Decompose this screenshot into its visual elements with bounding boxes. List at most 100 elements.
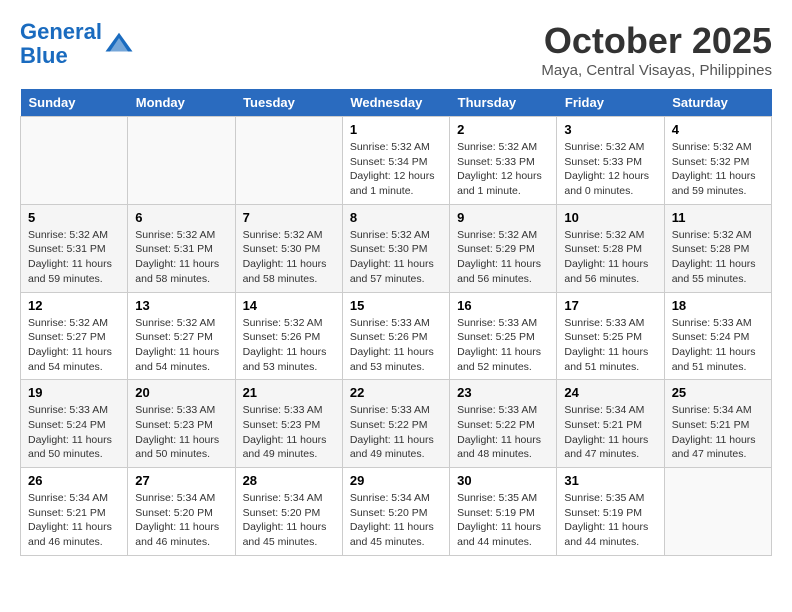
day-info: Sunrise: 5:32 AM Sunset: 5:30 PM Dayligh… (350, 228, 442, 287)
weekday-header-thursday: Thursday (450, 89, 557, 117)
calendar-cell (128, 117, 235, 205)
calendar-cell: 1Sunrise: 5:32 AM Sunset: 5:34 PM Daylig… (342, 117, 449, 205)
day-info: Sunrise: 5:32 AM Sunset: 5:31 PM Dayligh… (28, 228, 120, 287)
day-number: 11 (672, 210, 764, 225)
calendar-cell: 16Sunrise: 5:33 AM Sunset: 5:25 PM Dayli… (450, 292, 557, 380)
calendar-cell: 28 Sunrise: 5:34 AM Sunset: 5:20 PM Dayli… (235, 468, 342, 556)
calendar-cell: 7Sunrise: 5:32 AM Sunset: 5:30 PM Daylig… (235, 204, 342, 292)
calendar-week-row: 1Sunrise: 5:32 AM Sunset: 5:34 PM Daylig… (21, 117, 772, 205)
day-info: Sunrise: 5:33 AM Sunset: 5:25 PM Dayligh… (564, 316, 656, 375)
day-info: Sunrise: 5:33 AM Sunset: 5:23 PM Dayligh… (135, 403, 227, 462)
day-number: 18 (672, 298, 764, 313)
calendar-cell: 29Sunrise: 5:34 AM Sunset: 5:20 PM Dayli… (342, 468, 449, 556)
day-info: Sunrise: 5:33 AM Sunset: 5:24 PM Dayligh… (672, 316, 764, 375)
day-info: Sunrise: 5:34 AM Sunset: 5:21 PM Dayligh… (28, 491, 120, 550)
day-number: 14 (243, 298, 335, 313)
weekday-header-tuesday: Tuesday (235, 89, 342, 117)
calendar-cell: 15 Sunrise: 5:33 AM Sunset: 5:26 PM Dayli… (342, 292, 449, 380)
day-info: Sunrise: 5:32 AM Sunset: 5:31 PM Dayligh… (135, 228, 227, 287)
calendar-cell: 8 Sunrise: 5:32 AM Sunset: 5:30 PM Daylig… (342, 204, 449, 292)
calendar-cell: 9 Sunrise: 5:32 AM Sunset: 5:29 PM Daylig… (450, 204, 557, 292)
day-info: Sunrise: 5:32 AM Sunset: 5:29 PM Dayligh… (457, 228, 549, 287)
weekday-header-monday: Monday (128, 89, 235, 117)
day-number: 6 (135, 210, 227, 225)
day-number: 16 (457, 298, 549, 313)
day-number: 4 (672, 122, 764, 137)
calendar-cell: 18 Sunrise: 5:33 AM Sunset: 5:24 PM Dayli… (664, 292, 771, 380)
weekday-header-wednesday: Wednesday (342, 89, 449, 117)
calendar-cell: 17 Sunrise: 5:33 AM Sunset: 5:25 PM Dayli… (557, 292, 664, 380)
calendar-cell: 20 Sunrise: 5:33 AM Sunset: 5:23 PM Dayli… (128, 380, 235, 468)
day-info: Sunrise: 5:32 AM Sunset: 5:32 PM Dayligh… (672, 140, 764, 199)
day-number: 31 (564, 473, 656, 488)
day-info: Sunrise: 5:33 AM Sunset: 5:24 PM Dayligh… (28, 403, 120, 462)
day-info: Sunrise: 5:32 AM Sunset: 5:27 PM Dayligh… (135, 316, 227, 375)
calendar-cell (664, 468, 771, 556)
calendar-cell (21, 117, 128, 205)
day-info: Sunrise: 5:33 AM Sunset: 5:23 PM Dayligh… (243, 403, 335, 462)
logo-icon (104, 29, 134, 59)
day-number: 15 (350, 298, 442, 313)
day-info: Sunrise: 5:32 AM Sunset: 5:27 PM Dayligh… (28, 316, 120, 375)
day-info: Sunrise: 5:33 AM Sunset: 5:26 PM Dayligh… (350, 316, 442, 375)
day-number: 9 (457, 210, 549, 225)
day-number: 1 (350, 122, 442, 137)
day-info: Sunrise: 5:32 AM Sunset: 5:33 PM Dayligh… (457, 140, 549, 199)
day-number: 7 (243, 210, 335, 225)
calendar-cell: 27Sunrise: 5:34 AM Sunset: 5:20 PM Dayli… (128, 468, 235, 556)
day-number: 13 (135, 298, 227, 313)
calendar-cell: 30Sunrise: 5:35 AM Sunset: 5:19 PM Dayli… (450, 468, 557, 556)
calendar-cell: 5Sunrise: 5:32 AM Sunset: 5:31 PM Daylig… (21, 204, 128, 292)
calendar-cell: 4 Sunrise: 5:32 AM Sunset: 5:32 PM Daylig… (664, 117, 771, 205)
calendar-table: SundayMondayTuesdayWednesdayThursdayFrid… (20, 89, 772, 556)
day-info: Sunrise: 5:34 AM Sunset: 5:20 PM Dayligh… (135, 491, 227, 550)
calendar-cell: 21Sunrise: 5:33 AM Sunset: 5:23 PM Dayli… (235, 380, 342, 468)
calendar-week-row: 26 Sunrise: 5:34 AM Sunset: 5:21 PM Dayli… (21, 468, 772, 556)
day-info: Sunrise: 5:32 AM Sunset: 5:33 PM Dayligh… (564, 140, 656, 199)
calendar-cell: 24Sunrise: 5:34 AM Sunset: 5:21 PM Dayli… (557, 380, 664, 468)
calendar-cell: 22 Sunrise: 5:33 AM Sunset: 5:22 PM Dayli… (342, 380, 449, 468)
day-number: 3 (564, 122, 656, 137)
day-info: Sunrise: 5:32 AM Sunset: 5:28 PM Dayligh… (564, 228, 656, 287)
logo: GeneralBlue (20, 20, 134, 68)
day-number: 25 (672, 385, 764, 400)
calendar-cell: 31 Sunrise: 5:35 AM Sunset: 5:19 PM Dayli… (557, 468, 664, 556)
day-number: 26 (28, 473, 120, 488)
calendar-cell: 3 Sunrise: 5:32 AM Sunset: 5:33 PM Daylig… (557, 117, 664, 205)
weekday-header-row: SundayMondayTuesdayWednesdayThursdayFrid… (21, 89, 772, 117)
calendar-week-row: 19 Sunrise: 5:33 AM Sunset: 5:24 PM Dayli… (21, 380, 772, 468)
day-number: 8 (350, 210, 442, 225)
day-number: 28 (243, 473, 335, 488)
calendar-cell: 19 Sunrise: 5:33 AM Sunset: 5:24 PM Dayli… (21, 380, 128, 468)
page-header: GeneralBlue October 2025 Maya, Central V… (20, 20, 772, 79)
day-info: Sunrise: 5:32 AM Sunset: 5:26 PM Dayligh… (243, 316, 335, 375)
calendar-cell: 6 Sunrise: 5:32 AM Sunset: 5:31 PM Daylig… (128, 204, 235, 292)
day-number: 17 (564, 298, 656, 313)
day-number: 22 (350, 385, 442, 400)
day-info: Sunrise: 5:34 AM Sunset: 5:21 PM Dayligh… (672, 403, 764, 462)
calendar-cell (235, 117, 342, 205)
weekday-header-sunday: Sunday (21, 89, 128, 117)
day-number: 12 (28, 298, 120, 313)
day-number: 2 (457, 122, 549, 137)
day-number: 20 (135, 385, 227, 400)
calendar-cell: 25 Sunrise: 5:34 AM Sunset: 5:21 PM Dayli… (664, 380, 771, 468)
day-number: 10 (564, 210, 656, 225)
weekday-header-friday: Friday (557, 89, 664, 117)
calendar-week-row: 5Sunrise: 5:32 AM Sunset: 5:31 PM Daylig… (21, 204, 772, 292)
day-info: Sunrise: 5:32 AM Sunset: 5:28 PM Dayligh… (672, 228, 764, 287)
calendar-cell: 12 Sunrise: 5:32 AM Sunset: 5:27 PM Dayli… (21, 292, 128, 380)
calendar-cell: 11 Sunrise: 5:32 AM Sunset: 5:28 PM Dayli… (664, 204, 771, 292)
calendar-cell: 13 Sunrise: 5:32 AM Sunset: 5:27 PM Dayli… (128, 292, 235, 380)
day-info: Sunrise: 5:33 AM Sunset: 5:22 PM Dayligh… (350, 403, 442, 462)
day-info: Sunrise: 5:34 AM Sunset: 5:20 PM Dayligh… (350, 491, 442, 550)
day-number: 19 (28, 385, 120, 400)
calendar-cell: 10 Sunrise: 5:32 AM Sunset: 5:28 PM Dayli… (557, 204, 664, 292)
day-info: Sunrise: 5:35 AM Sunset: 5:19 PM Dayligh… (564, 491, 656, 550)
day-info: Sunrise: 5:35 AM Sunset: 5:19 PM Dayligh… (457, 491, 549, 550)
calendar-week-row: 12 Sunrise: 5:32 AM Sunset: 5:27 PM Dayli… (21, 292, 772, 380)
logo-text: GeneralBlue (20, 20, 102, 68)
day-info: Sunrise: 5:34 AM Sunset: 5:20 PM Dayligh… (243, 491, 335, 550)
calendar-cell: 14 Sunrise: 5:32 AM Sunset: 5:26 PM Dayli… (235, 292, 342, 380)
calendar-cell: 23Sunrise: 5:33 AM Sunset: 5:22 PM Dayli… (450, 380, 557, 468)
